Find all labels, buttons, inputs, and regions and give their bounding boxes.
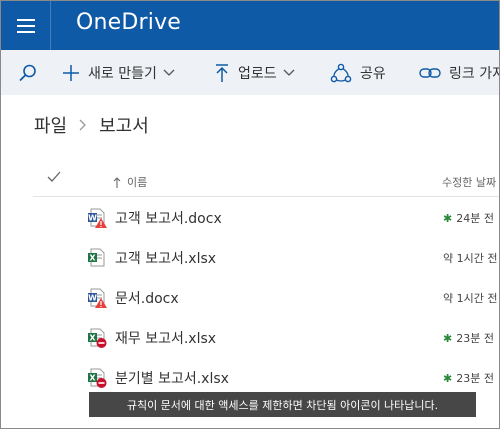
onedrive-window: OneDrive 새로 만들기 업로드 공유 링크 가 파일 보고서 이름 수정… bbox=[0, 0, 500, 429]
share-button-label: 공유 bbox=[360, 65, 386, 82]
chevron-right-icon bbox=[79, 119, 87, 131]
recent-asterisk-icon: ✱ bbox=[443, 371, 453, 385]
file-name[interactable]: 고객 보고서.docx bbox=[115, 208, 222, 228]
file-row[interactable]: X 재무 보고서.xlsx ✱ 23분 전 bbox=[1, 318, 499, 358]
excel-file-blocked-icon: X bbox=[88, 328, 107, 348]
excel-file-icon: X bbox=[88, 248, 105, 267]
upload-button-label: 업로드 bbox=[238, 65, 277, 82]
top-bar: OneDrive bbox=[1, 1, 499, 50]
get-link-button[interactable]: 링크 가져오기 bbox=[419, 50, 499, 95]
file-row[interactable]: W 문서.docx 약 1시간 전 bbox=[1, 278, 499, 318]
file-modified: 약 1시간 전 bbox=[443, 292, 498, 305]
new-button[interactable]: 새로 만들기 bbox=[62, 50, 175, 95]
word-file-warning-icon: W bbox=[88, 208, 107, 228]
topbar-divider bbox=[50, 1, 51, 50]
blocked-icon-tooltip: 규칙이 문서에 대한 액세스를 제한하면 차단됨 아이콘이 나타납니다. bbox=[89, 392, 476, 417]
link-icon bbox=[419, 67, 441, 78]
recent-asterisk-icon: ✱ bbox=[443, 211, 453, 225]
hamburger-menu-icon[interactable] bbox=[1, 1, 50, 50]
column-header-name[interactable]: 이름 bbox=[113, 174, 147, 190]
svg-text:W: W bbox=[88, 214, 97, 223]
file-name[interactable]: 고객 보고서.xlsx bbox=[115, 248, 216, 268]
app-title[interactable]: OneDrive bbox=[76, 10, 181, 35]
list-header: 이름 수정한 날짜 bbox=[1, 167, 499, 197]
svg-text:X: X bbox=[89, 254, 96, 263]
column-header-modified[interactable]: 수정한 날짜 bbox=[442, 174, 496, 190]
file-modified: 약 1시간 전 bbox=[443, 252, 498, 265]
upload-arrow-icon bbox=[216, 63, 228, 82]
column-header-name-label: 이름 bbox=[127, 176, 148, 189]
search-button[interactable] bbox=[18, 50, 38, 95]
file-modified: ✱ 23분 전 bbox=[443, 370, 494, 386]
file-modified: ✱ 24분 전 bbox=[443, 210, 494, 226]
file-modified: ✱ 23분 전 bbox=[443, 330, 494, 346]
sort-up-arrow-icon bbox=[113, 176, 121, 188]
select-all-checkmark-icon[interactable] bbox=[47, 171, 61, 183]
command-bar: 새로 만들기 업로드 공유 링크 가 bbox=[1, 50, 499, 95]
excel-file-blocked-icon: X bbox=[88, 368, 107, 388]
modified-text: 24분 전 bbox=[456, 212, 494, 225]
search-icon bbox=[19, 64, 36, 81]
share-button[interactable]: 공유 bbox=[330, 50, 386, 95]
file-row[interactable]: X 고객 보고서.xlsx 약 1시간 전 bbox=[1, 238, 499, 278]
get-link-button-label: 링크 가져오기 bbox=[449, 65, 499, 82]
upload-button[interactable]: 업로드 bbox=[214, 50, 295, 95]
recent-asterisk-icon: ✱ bbox=[443, 331, 453, 345]
chevron-down-icon bbox=[283, 69, 295, 76]
svg-text:X: X bbox=[89, 374, 96, 383]
file-row[interactable]: W 고객 보고서.docx ✱ 24분 전 bbox=[1, 198, 499, 238]
breadcrumb: 파일 보고서 bbox=[34, 112, 149, 138]
modified-text: 23분 전 bbox=[456, 372, 494, 385]
modified-text: 23분 전 bbox=[456, 332, 494, 345]
word-file-warning-icon: W bbox=[88, 288, 107, 308]
file-name[interactable]: 재무 보고서.xlsx bbox=[115, 328, 216, 348]
new-button-label: 새로 만들기 bbox=[88, 65, 157, 82]
chevron-down-icon bbox=[163, 69, 175, 76]
plus-icon bbox=[63, 64, 79, 81]
file-name[interactable]: 문서.docx bbox=[115, 288, 179, 308]
breadcrumb-root[interactable]: 파일 bbox=[34, 112, 67, 138]
header-divider bbox=[33, 196, 499, 197]
file-name[interactable]: 분기별 보고서.xlsx bbox=[115, 368, 229, 388]
svg-text:X: X bbox=[89, 334, 96, 343]
share-icon bbox=[330, 63, 352, 82]
svg-text:W: W bbox=[88, 294, 97, 303]
breadcrumb-current: 보고서 bbox=[99, 116, 149, 137]
